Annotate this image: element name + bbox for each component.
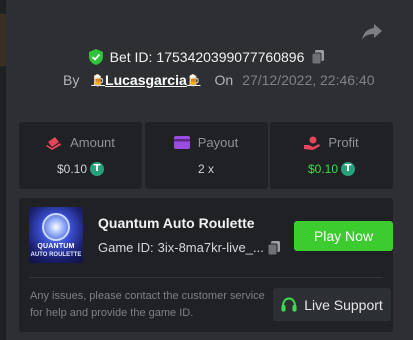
stat-profit-label: Profit	[328, 135, 359, 150]
stat-payout-label: Payout	[197, 135, 239, 150]
beer-emoji-icon: 🍺	[91, 74, 106, 87]
chip-icon	[46, 136, 62, 150]
game-id-row: Game ID: 3ix-8ma7kr-live_...	[98, 240, 280, 255]
thumbnail-subtitle: AUTO ROULETTE	[30, 252, 82, 258]
stat-payout-value: 2 x	[197, 162, 214, 176]
game-id-value: 3ix-8ma7kr-live_...	[157, 240, 264, 255]
bet-stats: Amount $0.10 T Payout 2 x Profit $0.10 T	[19, 122, 393, 189]
beer-emoji-icon: 🍺	[186, 74, 201, 87]
headset-icon	[281, 296, 297, 313]
copy-icon	[267, 240, 280, 255]
live-support-button[interactable]: Live Support	[273, 288, 391, 321]
bet-id-label: Bet ID:	[109, 49, 153, 65]
thumbnail-title: QUANTUM	[37, 243, 75, 250]
game-thumbnail[interactable]: QUANTUM AUTO ROULETTE	[29, 207, 83, 263]
by-label: By	[63, 72, 80, 88]
username-text: Lucasgarcia	[105, 72, 187, 88]
roulette-wheel-icon	[42, 213, 70, 241]
on-label: On	[214, 72, 234, 88]
bet-id-row: Bet ID: 1753420399077760896	[0, 47, 413, 67]
stat-profit: Profit $0.10 T	[270, 122, 393, 189]
tether-coin-icon: T	[341, 162, 356, 176]
game-panel: QUANTUM AUTO ROULETTE Quantum Auto Roule…	[19, 198, 393, 332]
live-support-label: Live Support	[304, 296, 383, 313]
stat-amount: Amount $0.10 T	[19, 122, 142, 189]
play-now-button[interactable]: Play Now	[294, 221, 393, 251]
game-title: Quantum Auto Roulette	[98, 215, 255, 231]
share-arrow-icon	[362, 24, 382, 40]
copy-bet-id-button[interactable]	[312, 50, 325, 64]
stat-payout: Payout 2 x	[144, 122, 268, 189]
hand-coin-icon	[304, 136, 321, 150]
share-button[interactable]	[360, 21, 384, 43]
game-id-label: Game ID:	[98, 240, 154, 255]
help-text: Any issues, please contact the customer …	[30, 290, 265, 319]
copy-game-id-button[interactable]	[267, 240, 280, 255]
username-link[interactable]: 🍺 Lucasgarcia 🍺	[91, 72, 200, 88]
shield-check-icon	[88, 49, 103, 65]
copy-icon	[312, 50, 325, 64]
bet-date: 27/12/2022, 22:46:40	[242, 72, 375, 88]
author-row: By 🍺 Lucasgarcia 🍺 On 27/12/2022, 22:46:…	[63, 70, 375, 90]
stat-amount-label: Amount	[70, 135, 115, 150]
stat-profit-value: $0.10	[307, 162, 339, 176]
wallet-card-icon	[173, 136, 190, 149]
bet-id-value: 1753420399077760896	[156, 49, 305, 65]
divider	[29, 277, 383, 278]
tether-coin-icon: T	[90, 162, 105, 176]
stat-amount-value: $0.10	[56, 162, 88, 176]
